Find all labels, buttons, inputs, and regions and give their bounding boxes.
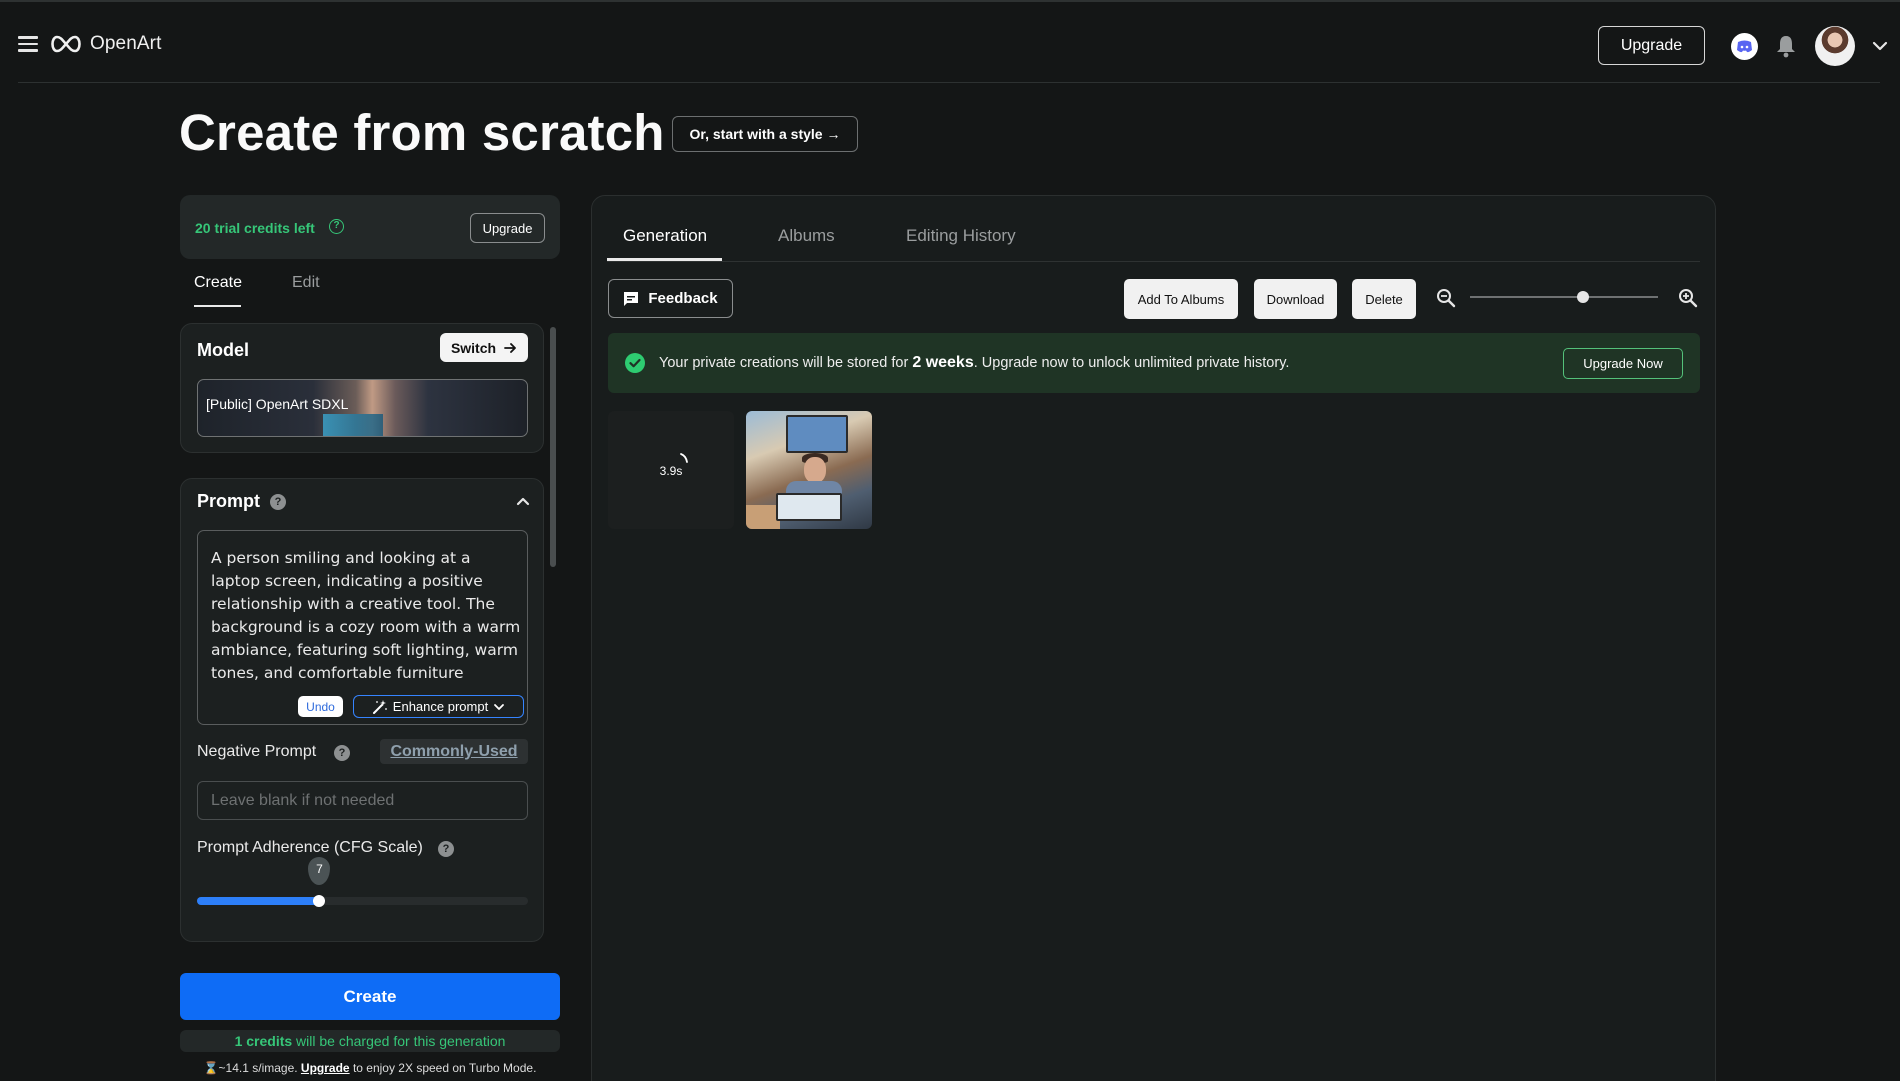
header-upgrade-button[interactable]: Upgrade bbox=[1598, 26, 1705, 65]
menu-icon[interactable] bbox=[18, 36, 38, 54]
bell-icon[interactable] bbox=[1775, 34, 1797, 58]
add-to-albums-button[interactable]: Add To Albums bbox=[1124, 279, 1238, 319]
discord-icon[interactable] bbox=[1731, 33, 1758, 60]
selected-model-name: [Public] OpenArt SDXL bbox=[206, 396, 349, 412]
check-circle-icon bbox=[625, 353, 645, 373]
start-with-style-button[interactable]: Or, start with a style → bbox=[672, 116, 858, 152]
chevron-up-icon[interactable] bbox=[515, 493, 531, 509]
trial-credits-banner: 20 trial credits left ? Upgrade bbox=[180, 195, 560, 259]
model-title: Model bbox=[197, 340, 249, 360]
tab-editing-history[interactable]: Editing History bbox=[906, 226, 1016, 246]
speed-upgrade-link[interactable]: Upgrade bbox=[301, 1061, 350, 1075]
zoom-slider[interactable] bbox=[1470, 291, 1658, 303]
slider-value-bubble: 7 bbox=[308, 857, 331, 885]
thumbnail-monitor bbox=[786, 415, 848, 453]
upgrade-now-button[interactable]: Upgrade Now bbox=[1563, 348, 1683, 379]
help-icon[interactable]: ? bbox=[329, 219, 344, 234]
prompt-title: Prompt bbox=[197, 491, 260, 511]
active-tab-indicator bbox=[194, 305, 241, 307]
credits-upgrade-button[interactable]: Upgrade bbox=[470, 213, 545, 243]
delete-button[interactable]: Delete bbox=[1352, 279, 1416, 319]
slider-thumb[interactable] bbox=[313, 895, 326, 907]
avatar[interactable] bbox=[1815, 26, 1855, 66]
generated-image-thumbnail[interactable] bbox=[746, 411, 872, 529]
enhance-prompt-button[interactable]: Enhance prompt bbox=[353, 695, 524, 718]
magic-wand-icon bbox=[372, 699, 387, 714]
feedback-icon bbox=[624, 291, 639, 306]
tab-albums[interactable]: Albums bbox=[778, 226, 835, 246]
help-icon[interactable]: ? bbox=[438, 841, 454, 857]
slider-fill bbox=[197, 897, 320, 905]
create-button[interactable]: Create bbox=[180, 973, 560, 1020]
model-preview-image bbox=[323, 414, 383, 436]
feedback-label: Feedback bbox=[648, 290, 718, 307]
credit-charge-notice: 1 credits will be charged for this gener… bbox=[180, 1030, 560, 1052]
download-button[interactable]: Download bbox=[1254, 279, 1337, 319]
trial-credits-text: 20 trial credits left bbox=[195, 220, 315, 236]
prompt-card: Prompt ? A person smiling and looking at… bbox=[180, 478, 544, 942]
thumbnail-face bbox=[804, 457, 826, 483]
chevron-down-icon bbox=[494, 703, 505, 710]
help-icon[interactable]: ? bbox=[270, 494, 286, 510]
undo-button[interactable]: Undo bbox=[298, 696, 343, 717]
negative-prompt-input[interactable] bbox=[197, 781, 528, 820]
chevron-down-icon[interactable] bbox=[1871, 37, 1889, 55]
active-tab-indicator bbox=[607, 258, 722, 261]
thumbnail-foreground bbox=[746, 505, 780, 529]
zoom-slider-thumb[interactable] bbox=[1576, 291, 1589, 303]
tab-generation[interactable]: Generation bbox=[623, 226, 707, 246]
speed-note-suffix: to enjoy 2X speed on Turbo Mode. bbox=[349, 1061, 537, 1075]
speed-note: ⌛~14.1 s/image. Upgrade to enjoy 2X spee… bbox=[180, 1061, 560, 1075]
tab-edit[interactable]: Edit bbox=[292, 274, 320, 292]
thumbnail-laptop bbox=[776, 493, 842, 521]
switch-model-button[interactable]: Switch bbox=[440, 333, 528, 362]
charge-text: will be charged for this generation bbox=[292, 1033, 506, 1049]
zoom-in-icon[interactable] bbox=[1677, 287, 1699, 309]
openart-logo-icon bbox=[51, 35, 81, 53]
switch-label: Switch bbox=[450, 339, 497, 356]
generation-timer: 3.9s bbox=[659, 464, 683, 478]
cfg-scale-slider[interactable]: 7 bbox=[197, 857, 528, 907]
model-selector[interactable]: [Public] OpenArt SDXL bbox=[197, 379, 528, 437]
page-title: Create from scratch bbox=[179, 104, 665, 161]
tabs-divider bbox=[607, 261, 1700, 262]
negative-prompt-label: Negative Prompt bbox=[197, 743, 317, 760]
notice-suffix: . Upgrade now to unlock unlimited privat… bbox=[973, 355, 1290, 371]
charge-amount: 1 credits bbox=[234, 1033, 293, 1049]
arrow-right-icon bbox=[504, 342, 516, 353]
cfg-scale-label: Prompt Adherence (CFG Scale) bbox=[197, 839, 423, 856]
commonly-used-link[interactable]: Commonly-Used bbox=[380, 739, 528, 764]
help-icon[interactable]: ? bbox=[334, 745, 350, 761]
scrollbar-thumb[interactable] bbox=[550, 327, 556, 567]
storage-notice: Your private creations will be stored fo… bbox=[608, 333, 1700, 393]
generation-panel: Generation Albums Editing History Feedba… bbox=[591, 195, 1716, 1081]
openart-logo[interactable]: OpenArt bbox=[48, 33, 161, 55]
prompt-text[interactable]: A person smiling and looking at a laptop… bbox=[211, 547, 523, 685]
prompt-textarea[interactable]: A person smiling and looking at a laptop… bbox=[197, 530, 528, 725]
spinner-icon bbox=[680, 453, 688, 463]
zoom-out-icon[interactable] bbox=[1435, 287, 1457, 309]
generating-placeholder: 3.9s bbox=[608, 411, 734, 529]
model-card: Model Switch [Public] OpenArt SDXL bbox=[180, 323, 544, 453]
notice-duration: 2 weeks bbox=[912, 354, 974, 371]
tab-create[interactable]: Create bbox=[194, 274, 242, 292]
app-name: OpenArt bbox=[90, 33, 162, 54]
feedback-button[interactable]: Feedback bbox=[608, 279, 733, 318]
top-navigation-bar: OpenArt Upgrade bbox=[18, 0, 1888, 83]
storage-notice-text: Your private creations will be stored fo… bbox=[659, 354, 1289, 372]
speed-note-prefix: ⌛~14.1 s/image. bbox=[203, 1061, 301, 1075]
enhance-prompt-label: Enhance prompt bbox=[392, 699, 489, 714]
notice-prefix: Your private creations will be stored fo… bbox=[659, 355, 913, 371]
